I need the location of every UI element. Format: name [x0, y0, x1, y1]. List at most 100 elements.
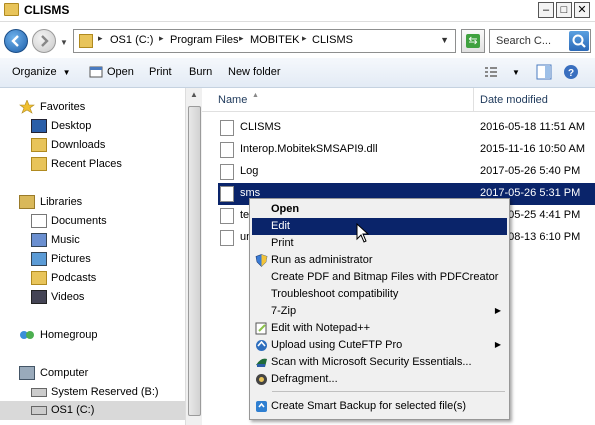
- menu-item-mse-scan[interactable]: Scan with Microsoft Security Essentials.…: [252, 354, 507, 371]
- nav-videos[interactable]: Videos: [0, 288, 185, 307]
- file-date: 2016-05-18 11:51 AM: [480, 121, 585, 133]
- search-placeholder: Search C...: [496, 35, 552, 47]
- menu-item-create-pdf[interactable]: Create PDF and Bitmap Files with PDFCrea…: [252, 269, 507, 286]
- menu-item-edit[interactable]: Edit: [252, 218, 507, 235]
- music-icon: [31, 233, 47, 247]
- minimize-button[interactable]: –: [538, 2, 554, 18]
- nav-label: Computer: [40, 367, 89, 379]
- file-name: te: [240, 209, 250, 221]
- close-button[interactable]: ✕: [574, 2, 590, 18]
- notepadpp-icon: [255, 322, 267, 335]
- menu-item-7zip[interactable]: 7-Zip ▶: [252, 303, 507, 320]
- view-options-icon[interactable]: [484, 65, 498, 79]
- chevron-right-icon[interactable]: ▸: [98, 33, 103, 44]
- maximize-button[interactable]: □: [556, 2, 572, 18]
- star-icon: [19, 100, 35, 114]
- print-button[interactable]: Print: [149, 66, 172, 78]
- navigation-pane: Favorites Desktop Downloads Recent Place…: [0, 88, 185, 425]
- menu-item-print[interactable]: Print: [252, 235, 507, 252]
- recent-places-icon: [31, 157, 47, 171]
- breadcrumb-os1[interactable]: OS1 (C:): [110, 34, 153, 46]
- column-date-modified[interactable]: Date modified: [480, 94, 548, 106]
- menu-item-troubleshoot[interactable]: Troubleshoot compatibility: [252, 286, 507, 303]
- forward-button[interactable]: [32, 29, 56, 53]
- file-row[interactable]: CLISMS 2016-05-18 11:51 AM: [218, 117, 595, 139]
- nav-pictures[interactable]: Pictures: [0, 250, 185, 269]
- menu-label: Edit with Notepad++: [271, 322, 371, 334]
- folder-icon: [79, 34, 93, 48]
- search-button[interactable]: [569, 31, 589, 51]
- file-row[interactable]: Log 2017-05-26 5:40 PM: [218, 161, 595, 183]
- homegroup-icon: [20, 331, 34, 339]
- nav-label: Libraries: [40, 196, 83, 208]
- nav-os1[interactable]: OS1 (C:): [0, 401, 185, 420]
- organize-button[interactable]: Organize ▼: [12, 66, 71, 78]
- menu-item-notepadpp[interactable]: Edit with Notepad++: [252, 320, 507, 337]
- menu-item-cuteftp[interactable]: Upload using CuteFTP Pro ▶: [252, 337, 507, 354]
- application-icon: [220, 230, 234, 246]
- nav-homegroup[interactable]: Homegroup: [0, 326, 185, 345]
- menu-item-open[interactable]: Open: [252, 201, 507, 218]
- submenu-arrow-icon: ▶: [494, 306, 501, 315]
- refresh-icon: ⇆: [466, 34, 480, 48]
- nav-label: OS1 (C:): [51, 404, 95, 416]
- column-name[interactable]: Name: [218, 94, 247, 106]
- column-divider[interactable]: [473, 88, 474, 112]
- nav-recent-places[interactable]: Recent Places: [0, 155, 185, 174]
- nav-system-reserved[interactable]: System Reserved (B:): [0, 383, 185, 402]
- breadcrumb-clisms[interactable]: CLISMS: [312, 34, 353, 46]
- nav-documents[interactable]: Documents: [0, 212, 185, 231]
- preview-pane-icon[interactable]: [536, 64, 552, 80]
- menu-item-run-as-admin[interactable]: Run as administrator: [252, 252, 507, 269]
- file-name: CLISMS: [240, 121, 281, 133]
- recent-pages-dropdown[interactable]: ▼: [60, 38, 68, 47]
- nav-label: Pictures: [51, 253, 91, 265]
- svg-text:?: ?: [568, 68, 574, 79]
- drive-icon: [31, 406, 47, 415]
- search-input[interactable]: Search C...: [489, 29, 591, 53]
- chevron-right-icon[interactable]: ▸: [239, 33, 244, 44]
- navigation-scrollbar[interactable]: ▲: [185, 88, 202, 425]
- nav-podcasts[interactable]: Podcasts: [0, 269, 185, 288]
- menu-label: Troubleshoot compatibility: [271, 288, 399, 300]
- podcasts-icon: [31, 271, 47, 285]
- folder-icon: [4, 3, 19, 16]
- refresh-button[interactable]: ⇆: [461, 29, 485, 53]
- file-row[interactable]: Interop.MobitekSMSAPI9.dll 2015-11-16 10…: [218, 139, 595, 161]
- nav-label: Desktop: [51, 120, 92, 132]
- address-bar[interactable]: ▸ OS1 (C:) ▸ Program Files ▸ MOBITEK ▸ C…: [73, 29, 456, 53]
- nav-downloads[interactable]: Downloads: [0, 136, 185, 155]
- computer-icon: [19, 366, 35, 380]
- burn-button[interactable]: Burn: [189, 66, 212, 78]
- nav-music[interactable]: Music: [0, 231, 185, 250]
- scroll-up-icon[interactable]: ▲: [190, 90, 198, 99]
- help-icon[interactable]: ?: [563, 64, 579, 80]
- nav-libraries[interactable]: Libraries: [0, 193, 185, 212]
- new-folder-button[interactable]: New folder: [228, 66, 281, 78]
- nav-desktop[interactable]: Desktop: [0, 117, 185, 136]
- back-button[interactable]: [4, 29, 28, 53]
- breadcrumb-program-files[interactable]: Program Files: [170, 34, 238, 46]
- text-file-icon: [220, 208, 234, 224]
- scrollbar-thumb[interactable]: [188, 106, 201, 416]
- nav-favorites[interactable]: Favorites: [0, 98, 185, 117]
- downloads-icon: [31, 138, 47, 152]
- view-dropdown-icon[interactable]: ▼: [512, 68, 520, 77]
- mouse-pointer-icon: [356, 223, 370, 243]
- chevron-right-icon[interactable]: ▸: [159, 33, 164, 44]
- command-bar: Organize ▼ Open Print Burn New folder ▼ ?: [0, 58, 595, 88]
- title-bar: CLISMS – □ ✕: [0, 0, 595, 22]
- chevron-right-icon[interactable]: ▸: [302, 33, 307, 44]
- menu-label: Create PDF and Bitmap Files with PDFCrea…: [271, 271, 499, 283]
- menu-label: Create Smart Backup for selected file(s): [271, 400, 467, 412]
- nav-computer[interactable]: Computer: [0, 364, 185, 383]
- menu-label: Scan with Microsoft Security Essentials.…: [271, 356, 472, 368]
- menu-item-smart-backup[interactable]: Create Smart Backup for selected file(s): [252, 398, 507, 415]
- nav-label: Videos: [51, 291, 85, 303]
- chevron-down-icon[interactable]: ▼: [440, 35, 449, 45]
- breadcrumb-mobitek[interactable]: MOBITEK: [250, 34, 300, 46]
- drive-icon: [31, 388, 47, 397]
- text-file-icon: [220, 164, 234, 180]
- menu-item-defragment[interactable]: Defragment...: [252, 371, 507, 388]
- open-button[interactable]: Open: [107, 66, 134, 78]
